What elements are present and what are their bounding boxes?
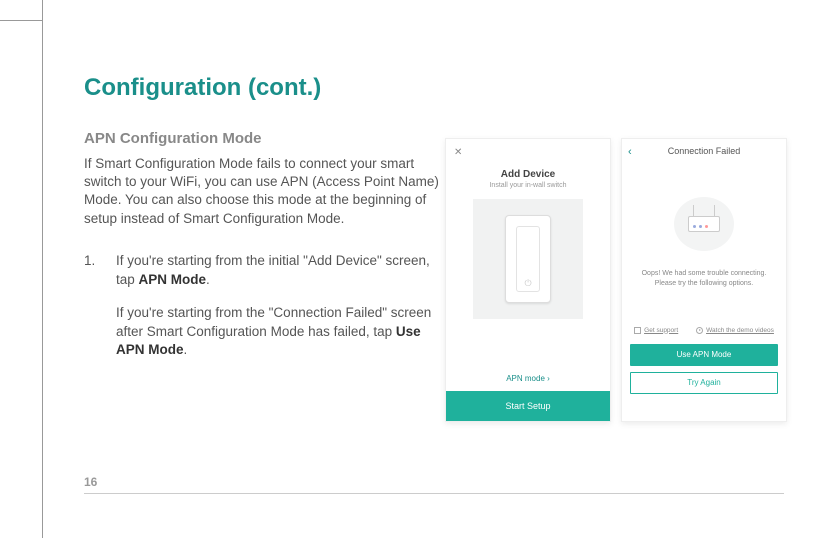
play-icon — [696, 327, 703, 334]
use-apn-mode-button[interactable]: Use APN Mode — [630, 344, 778, 366]
get-support-link[interactable]: Get support — [634, 327, 678, 334]
step-1-para-2: If you're starting from the "Connection … — [116, 304, 444, 361]
phone-mockups: ✕ Add Device Install your in-wall switch… — [445, 138, 787, 422]
phone-connection-failed: ‹ Connection Failed Oops! We had some tr… — [621, 138, 787, 422]
apn-mode-link[interactable]: APN mode › — [446, 374, 610, 391]
step-1-para-1: If you're starting from the initial "Add… — [116, 252, 444, 290]
section-body: If Smart Configuration Mode fails to con… — [84, 155, 444, 228]
switch-illustration: ⏻ — [473, 199, 583, 319]
step-1: 1. If you're starting from the initial "… — [84, 252, 444, 360]
step-list: 1. If you're starting from the initial "… — [84, 252, 444, 360]
help-row: Get support Watch the demo videos — [622, 327, 786, 334]
connection-failed-title: Connection Failed — [668, 146, 741, 156]
step-number: 1. — [84, 252, 100, 360]
chat-icon — [634, 327, 641, 334]
oops-message: Oops! We had some trouble connecting. Pl… — [622, 269, 786, 289]
page-number: 16 — [84, 475, 784, 494]
back-icon[interactable]: ‹ — [628, 146, 632, 158]
page-title: Configuration (cont.) — [84, 74, 784, 102]
start-setup-button[interactable]: Start Setup — [446, 391, 610, 421]
add-device-title: Add Device — [446, 169, 610, 180]
add-device-subtitle: Install your in-wall switch — [446, 182, 610, 189]
wifi-icon: ⏻ — [523, 278, 533, 288]
phone-add-device: ✕ Add Device Install your in-wall switch… — [445, 138, 611, 422]
router-icon — [674, 197, 734, 251]
try-again-button[interactable]: Try Again — [630, 372, 778, 394]
close-icon[interactable]: ✕ — [454, 147, 462, 158]
watch-demo-link[interactable]: Watch the demo videos — [696, 327, 774, 334]
